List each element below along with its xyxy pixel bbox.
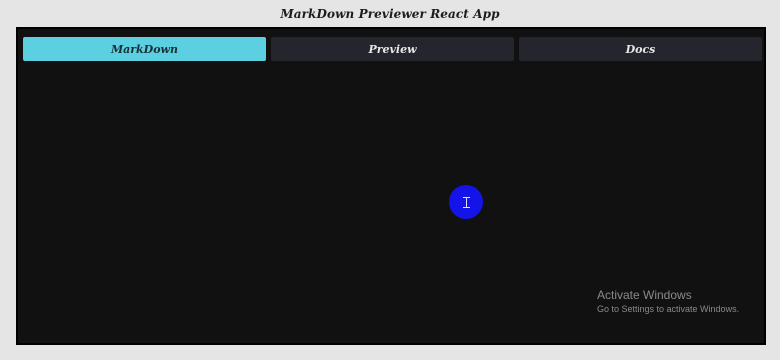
tab-docs[interactable]: Docs: [519, 37, 762, 61]
cursor-highlight: [449, 185, 483, 219]
text-cursor-icon: [462, 196, 470, 208]
watermark-subtitle: Go to Settings to activate Windows.: [597, 304, 740, 314]
tab-markdown[interactable]: MarkDown: [23, 37, 266, 61]
tab-preview[interactable]: Preview: [271, 37, 514, 61]
activate-windows-watermark: Activate Windows Go to Settings to activ…: [597, 288, 739, 315]
page-title: MarkDown Previewer React App: [280, 7, 500, 21]
watermark-title: Activate Windows: [597, 288, 692, 302]
